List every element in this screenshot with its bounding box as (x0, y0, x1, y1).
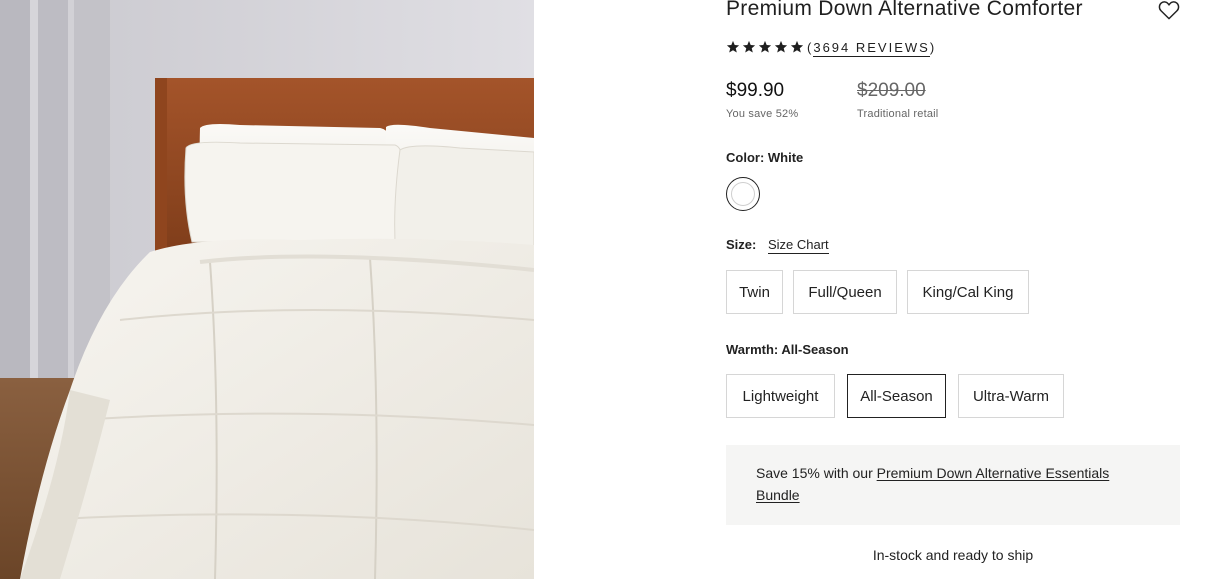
swatch-color-fill (731, 182, 755, 206)
product-details: Premium Down Alternative Comforter (3694… (726, 0, 1186, 579)
warmth-option-ultra-warm[interactable]: Ultra-Warm (958, 374, 1064, 418)
original-price-note: Traditional retail (857, 108, 939, 120)
wishlist-button[interactable] (1158, 0, 1180, 20)
reviews-count: 3694 REVIEWS (813, 39, 930, 57)
current-price: $99.90 (726, 80, 785, 101)
star-icon (774, 40, 788, 53)
retail-price-block: $209.00 Traditional retail (857, 80, 938, 120)
product-rating: (3694 REVIEWS) (726, 37, 936, 57)
size-label: Size: Size Chart (726, 237, 829, 254)
product-image (0, 0, 534, 579)
product-title: Premium Down Alternative Comforter (726, 0, 1083, 20)
size-option-king-cal-king[interactable]: King/Cal King (907, 270, 1029, 314)
warmth-option-all-season[interactable]: All-Season (847, 374, 946, 418)
heart-outline-icon (1158, 1, 1180, 20)
reviews-close-paren: ) (929, 39, 937, 55)
original-price: $209.00 (857, 80, 926, 101)
size-option-full-queen[interactable]: Full/Queen (793, 270, 897, 314)
size-option-twin[interactable]: Twin (726, 270, 783, 314)
size-label-text: Size: (726, 237, 757, 252)
savings-note: You save 52% (726, 108, 799, 120)
size-chart-link[interactable]: Size Chart (767, 237, 829, 254)
star-icon (790, 40, 804, 53)
star-rating (726, 40, 804, 54)
star-icon (758, 40, 772, 53)
bundle-promo: Save 15% with our Premium Down Alternati… (726, 445, 1180, 525)
current-price-block: $99.90 You save 52% (726, 80, 798, 120)
star-icon (726, 40, 740, 53)
color-selected: White (767, 150, 804, 165)
warmth-label: Warmth: All-Season (726, 342, 849, 357)
color-label-text: Color: (726, 150, 765, 165)
color-swatch-white[interactable] (726, 177, 760, 211)
warmth-label-text: Warmth: (726, 342, 779, 357)
color-label: Color: White (726, 150, 803, 165)
product-photo (0, 0, 534, 579)
warmth-option-lightweight[interactable]: Lightweight (726, 374, 835, 418)
stock-status: In-stock and ready to ship (872, 547, 1034, 563)
warmth-selected: All-Season (781, 342, 849, 357)
reviews-link[interactable]: (3694 REVIEWS) (807, 39, 937, 57)
star-icon (742, 40, 756, 53)
promo-text: Save 15% with our (756, 465, 877, 481)
